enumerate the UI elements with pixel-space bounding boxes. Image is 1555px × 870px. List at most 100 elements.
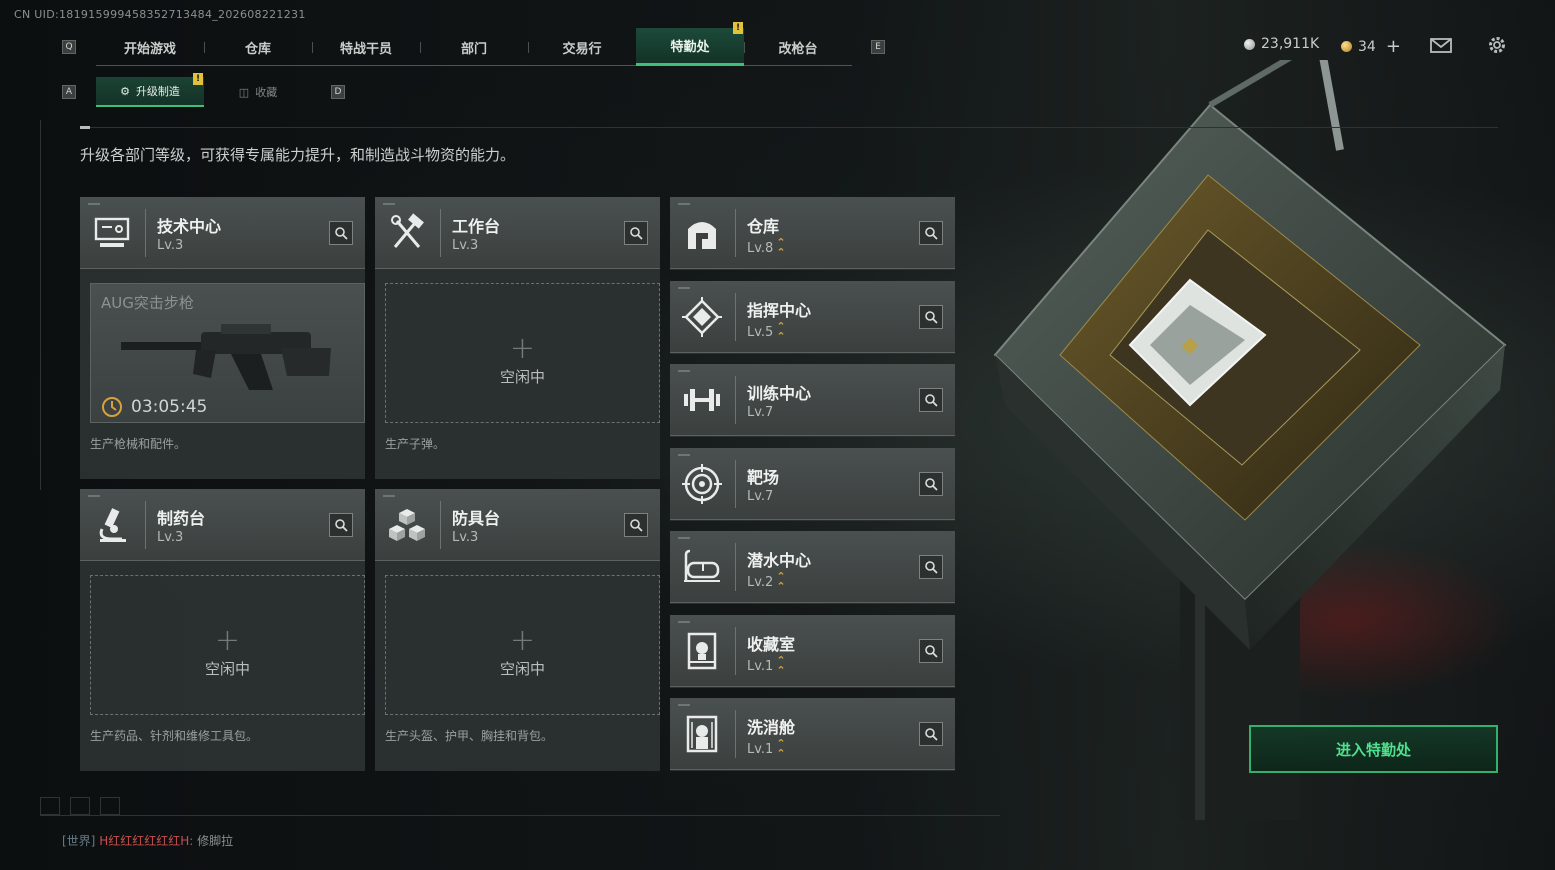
department-level: Lv.3 xyxy=(452,530,478,545)
upgrade-icon: ⚙ xyxy=(120,84,130,98)
storage-icon xyxy=(688,222,716,249)
production-card-tech-center[interactable]: 技术中心 Lv.3 AUG突击步枪 03:05:45 生产枪械和配件。 xyxy=(80,197,365,479)
level-text: Lv.1 xyxy=(747,741,774,757)
tab-operators[interactable]: 特战干员 xyxy=(312,28,420,66)
subnav-next-key-hint[interactable]: D xyxy=(331,85,345,99)
world-chat-line[interactable]: [世界] H红红红红红红H: 修脚拉 xyxy=(62,832,233,849)
header-separator xyxy=(735,543,736,591)
subtab-collection[interactable]: ◫ 收藏 xyxy=(204,77,312,107)
department-level: Lv.8 ⌃ ⌃ xyxy=(747,236,786,259)
production-slot-empty[interactable]: + 空闲中 xyxy=(385,575,660,715)
upgrade-arrow-icon: ⌃ ⌃ xyxy=(776,570,786,593)
production-slot-busy[interactable]: AUG突击步枪 03:05:45 xyxy=(90,283,365,423)
search-button[interactable] xyxy=(329,513,353,537)
search-icon xyxy=(925,645,938,658)
department-card-training-center[interactable]: 训练中心 Lv.7 xyxy=(670,364,955,437)
tab-special-ops[interactable]: 特勤处 xyxy=(636,28,744,66)
department-level: Lv.2 ⌃ ⌃ xyxy=(747,570,786,593)
department-name: 防具台 xyxy=(452,509,501,528)
subnav-prev-key-hint[interactable]: A xyxy=(62,85,76,99)
mail-icon[interactable] xyxy=(1430,34,1452,56)
level-text: Lv.3 xyxy=(157,238,184,253)
production-card-armor-bench[interactable]: 防具台 Lv.3 + 空闲中 生产头盔、护甲、胸挂和背包。 xyxy=(375,489,660,771)
level-text: Lv.3 xyxy=(452,530,479,545)
department-card-command-center[interactable]: 指挥中心 Lv.5 ⌃ ⌃ xyxy=(670,281,955,354)
department-card-decontamination[interactable]: 洗消舱 Lv.1 ⌃ ⌃ xyxy=(670,698,955,771)
frame-box-1 xyxy=(40,797,60,815)
search-button[interactable] xyxy=(624,513,648,537)
search-button[interactable] xyxy=(919,221,943,245)
production-card-pharmacy[interactable]: 制药台 Lv.3 + 空闲中 生产药品、针剂和维修工具包。 xyxy=(80,489,365,771)
add-currency-button[interactable]: + xyxy=(1386,36,1401,57)
nav-next-key-hint[interactable]: E xyxy=(871,40,885,54)
department-name: 工作台 xyxy=(452,217,501,236)
level-text: Lv.8 xyxy=(747,240,774,256)
department-card-diving-center[interactable]: 潜水中心 Lv.2 ⌃ ⌃ xyxy=(670,531,955,604)
silver-coin-icon xyxy=(1244,38,1255,50)
department-name: 指挥中心 xyxy=(747,301,812,320)
department-card-shooting-range[interactable]: 靶场 Lv.7 xyxy=(670,448,955,521)
tools-icon xyxy=(391,213,424,248)
upgrade-arrow-icon: ⌃ ⌃ xyxy=(776,236,786,259)
silver-amount: 23,911K xyxy=(1261,36,1320,52)
header-tick xyxy=(678,203,690,205)
enter-special-ops-button[interactable]: 进入特勤处 xyxy=(1249,725,1498,773)
target-icon xyxy=(682,464,722,504)
tab-warehouse[interactable]: 仓库 xyxy=(204,28,312,66)
chat-user[interactable]: H红红红红红红H: xyxy=(99,834,193,848)
department-level: Lv.3 xyxy=(452,238,478,253)
search-button[interactable] xyxy=(329,221,353,245)
search-icon xyxy=(335,519,348,532)
header-tick xyxy=(678,621,690,623)
department-level: Lv.3 xyxy=(157,238,183,253)
card-header: 防具台 Lv.3 xyxy=(375,489,660,561)
department-level: Lv.3 xyxy=(157,530,183,545)
level-text: Lv.7 xyxy=(747,489,774,504)
search-icon xyxy=(925,561,938,574)
frame-box-2 xyxy=(70,797,90,815)
search-button[interactable] xyxy=(919,722,943,746)
search-icon xyxy=(630,227,643,240)
search-button[interactable] xyxy=(624,221,648,245)
divider-mark xyxy=(80,126,90,129)
search-button[interactable] xyxy=(919,472,943,496)
gold-currency: 34 + xyxy=(1341,36,1401,57)
department-name: 仓库 xyxy=(747,217,780,236)
card-description: 生产枪械和配件。 xyxy=(90,437,187,451)
command-icon xyxy=(682,297,722,337)
department-card-collection-room[interactable]: 收藏室 Lv.1 ⌃ ⌃ xyxy=(670,615,955,688)
tab-trading[interactable]: 交易行 xyxy=(528,28,636,66)
department-name: 洗消舱 xyxy=(747,718,796,737)
card-header: 工作台 Lv.3 xyxy=(375,197,660,269)
timer-clock-icon xyxy=(102,397,122,417)
crafting-timer: 03:05:45 xyxy=(101,396,207,418)
header-separator xyxy=(735,293,736,341)
tab-gunsmith[interactable]: 改枪台 xyxy=(744,28,852,66)
page-description: 升级各部门等级，可获得专属能力提升，和制造战斗物资的能力。 xyxy=(80,146,516,164)
header-separator xyxy=(145,209,146,257)
department-name: 靶场 xyxy=(747,468,780,487)
tab-departments[interactable]: 部门 xyxy=(420,28,528,66)
settings-gear-icon[interactable] xyxy=(1486,34,1508,56)
search-button[interactable] xyxy=(919,555,943,579)
department-level: Lv.7 xyxy=(747,489,773,504)
card-header: 收藏室 Lv.1 ⌃ ⌃ xyxy=(670,615,955,687)
search-button[interactable] xyxy=(919,388,943,412)
production-card-workbench[interactable]: 工作台 Lv.3 + 空闲中 生产子弹。 xyxy=(375,197,660,479)
production-slot-empty[interactable]: + 空闲中 xyxy=(385,283,660,423)
crafting-item-name: AUG突击步枪 xyxy=(101,294,194,312)
gold-amount: 34 xyxy=(1358,38,1376,55)
upgrade-arrow-icon: ⌃ ⌃ xyxy=(776,654,786,677)
subtab-upgrade-craft[interactable]: ⚙ 升级制造 xyxy=(96,77,204,107)
tab-start-game[interactable]: 开始游戏 xyxy=(96,28,204,66)
card-header: 仓库 Lv.8 ⌃ ⌃ xyxy=(670,197,955,269)
header-tick xyxy=(383,495,395,497)
department-card-storage[interactable]: 仓库 Lv.8 ⌃ ⌃ xyxy=(670,197,955,270)
search-button[interactable] xyxy=(919,639,943,663)
nav-prev-key-hint[interactable]: Q xyxy=(62,40,76,54)
production-slot-empty[interactable]: + 空闲中 xyxy=(90,575,365,715)
idle-label: 空闲中 xyxy=(204,660,250,678)
search-button[interactable] xyxy=(919,305,943,329)
chat-channel: [世界] xyxy=(62,834,96,848)
card-header: 制药台 Lv.3 xyxy=(80,489,365,561)
